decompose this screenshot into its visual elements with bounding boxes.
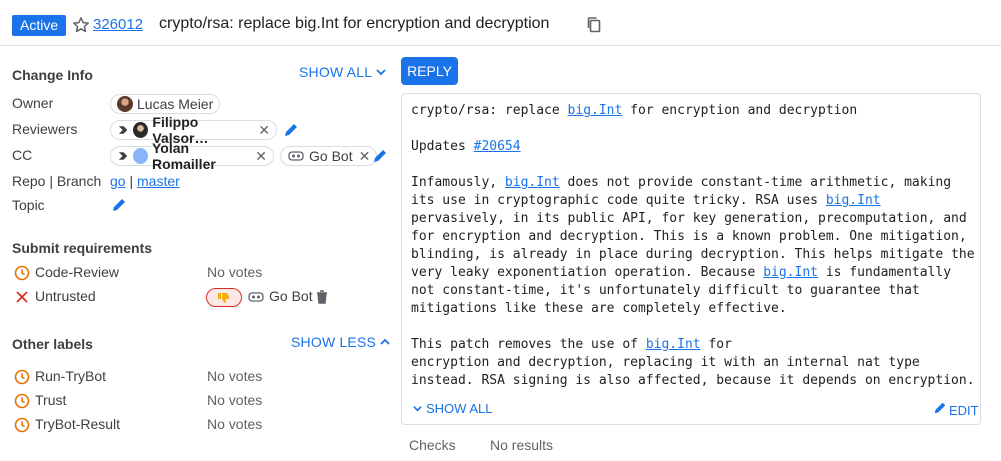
- owner-name: Lucas Meier: [137, 96, 214, 112]
- change-number-link[interactable]: 326012: [93, 16, 143, 33]
- checks-results: No results: [490, 437, 554, 453]
- clock-icon: [14, 393, 30, 409]
- owner-chip[interactable]: Lucas Meier: [110, 94, 221, 114]
- label-value: No votes: [207, 392, 263, 408]
- branch-link[interactable]: master: [137, 173, 180, 189]
- edit-icon[interactable]: [111, 197, 127, 213]
- issue-link[interactable]: #20654: [474, 139, 521, 154]
- message-show-all-button[interactable]: SHOW ALL: [412, 401, 492, 416]
- other-labels-title: Other labels: [12, 336, 93, 352]
- change-metadata-panel: Change Info SHOW ALL Owner Lucas Meier R…: [0, 46, 395, 461]
- bigint-link[interactable]: big.Int: [505, 175, 560, 190]
- owner-label: Owner: [12, 95, 54, 111]
- cc-bot-chip[interactable]: Go Bot ✕: [280, 146, 378, 166]
- label-name[interactable]: Trust: [35, 392, 66, 408]
- bigint-link[interactable]: big.Int: [568, 103, 623, 118]
- clock-icon: [14, 369, 30, 385]
- requirement-value: Go Bot: [269, 288, 313, 304]
- close-icon[interactable]: ✕: [258, 122, 270, 139]
- edit-icon: [934, 402, 946, 414]
- delete-icon[interactable]: [316, 290, 328, 304]
- commit-message-card: crypto/rsa: replace big.Int for encrypti…: [401, 93, 981, 425]
- label-name[interactable]: Run-TryBot: [35, 368, 106, 384]
- submit-requirements-title: Submit requirements: [12, 240, 153, 256]
- avatar: [133, 122, 149, 138]
- repo-link[interactable]: go: [110, 173, 126, 189]
- repo-branch-value: go | master: [110, 173, 180, 189]
- attention-icon: [118, 152, 128, 160]
- attention-icon: [118, 126, 128, 134]
- close-icon[interactable]: ✕: [255, 148, 267, 165]
- chevron-up-icon: [380, 338, 390, 345]
- chevron-down-icon: [413, 406, 422, 412]
- card-footer: SHOW ALL EDIT: [402, 392, 980, 424]
- requirement-label[interactable]: Code-Review: [35, 264, 119, 280]
- edit-icon[interactable]: [372, 148, 388, 164]
- edit-message-button[interactable]: EDIT: [933, 401, 979, 418]
- requirement-value: No votes: [207, 264, 263, 280]
- reviewers-label: Reviewers: [12, 121, 78, 137]
- show-less-button[interactable]: SHOW LESS: [291, 334, 391, 350]
- clock-icon: [14, 265, 30, 281]
- clock-icon: [14, 417, 30, 433]
- bigint-link[interactable]: big.Int: [646, 337, 701, 352]
- repo-branch-label: Repo | Branch: [12, 173, 102, 189]
- avatar: [117, 96, 133, 112]
- reviewer-chip[interactable]: Filippo Valsor… ✕: [110, 114, 277, 146]
- star-icon[interactable]: [71, 15, 91, 35]
- cc-label: CC: [12, 147, 33, 163]
- robot-icon: [288, 151, 304, 161]
- avatar: [133, 148, 148, 164]
- change-subject: crypto/rsa: replace big.Int for encrypti…: [159, 15, 550, 32]
- change-info-title: Change Info: [12, 67, 93, 83]
- cc-chip[interactable]: Yolan Romailler ✕: [110, 140, 274, 172]
- robot-icon: [248, 292, 264, 302]
- bigint-link[interactable]: big.Int: [763, 265, 818, 280]
- edit-icon[interactable]: [283, 122, 299, 138]
- topic-label: Topic: [12, 197, 45, 213]
- show-all-button[interactable]: SHOW ALL: [299, 64, 387, 80]
- change-header: Active 326012 crypto/rsa: replace big.In…: [0, 0, 1001, 46]
- bigint-link[interactable]: big.Int: [826, 193, 881, 208]
- requirement-label[interactable]: Untrusted: [35, 288, 96, 304]
- copy-icon[interactable]: [586, 16, 602, 34]
- close-icon[interactable]: ✕: [359, 148, 371, 165]
- vote-chip[interactable]: [206, 288, 242, 307]
- label-value: No votes: [207, 416, 263, 432]
- chevron-down-icon: [376, 69, 386, 76]
- status-badge: Active: [12, 15, 67, 36]
- label-name[interactable]: TryBot-Result: [35, 416, 120, 432]
- close-icon: [16, 291, 28, 303]
- thumbs-down-icon: [218, 292, 229, 303]
- cc-name: Yolan Romailler: [152, 140, 216, 172]
- cc-bot-name: Go Bot: [309, 148, 353, 164]
- reply-button[interactable]: REPLY: [401, 57, 458, 85]
- checks-label: Checks: [409, 437, 456, 453]
- commit-message: crypto/rsa: replace big.Int for encrypti…: [411, 103, 975, 388]
- label-value: No votes: [207, 368, 263, 384]
